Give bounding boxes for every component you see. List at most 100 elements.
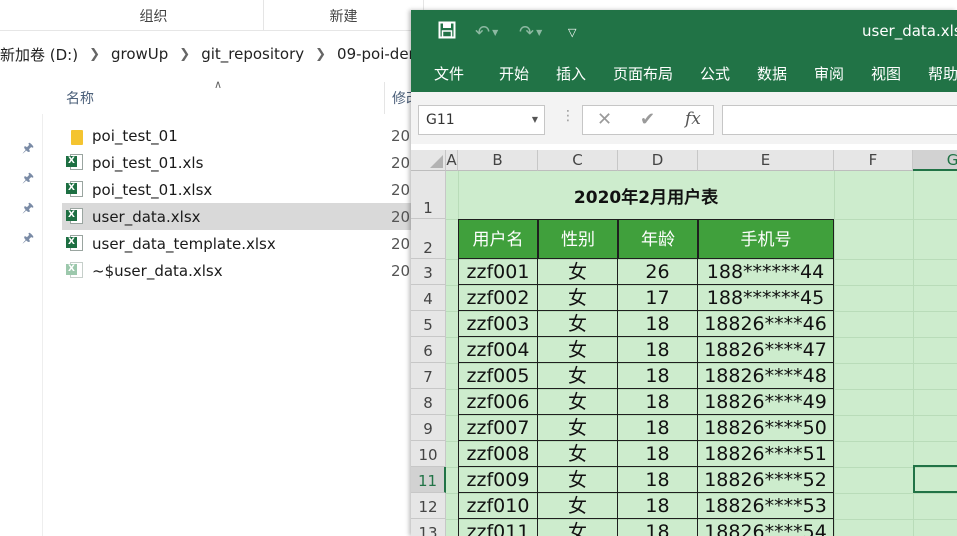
column-header-b[interactable]: B <box>458 150 538 171</box>
row-header-5[interactable]: 5 <box>411 311 446 337</box>
spreadsheet-grid[interactable]: A B C D E F G 1 2 3 4 5 6 7 8 9 10 11 12… <box>411 150 957 536</box>
row-header-9[interactable]: 9 <box>411 415 446 441</box>
column-divider[interactable] <box>384 82 385 114</box>
table-cell-phone[interactable]: 18826****46 <box>698 311 834 337</box>
file-row-poi-test-01-xls[interactable]: X poi_test_01.xls 20 <box>62 149 422 176</box>
row-header-7[interactable]: 7 <box>411 363 446 389</box>
tab-review[interactable]: 审阅 <box>814 63 844 84</box>
file-row-poi-test-01-folder[interactable]: poi_test_01 20 <box>62 122 422 149</box>
tab-page-layout[interactable]: 页面布局 <box>613 63 673 84</box>
table-cell-gender[interactable]: 女 <box>538 337 618 363</box>
table-cell-age[interactable]: 18 <box>618 389 698 415</box>
table-cell-username[interactable]: zzf011 <box>458 519 538 536</box>
table-cell-gender[interactable]: 女 <box>538 415 618 441</box>
name-box[interactable]: G11 ▼ <box>418 105 545 135</box>
breadcrumb-item[interactable]: growUp <box>111 45 168 63</box>
select-all-button[interactable] <box>411 150 446 171</box>
sheet-title-cell[interactable]: 2020年2月用户表 <box>458 171 834 219</box>
table-header-username[interactable]: 用户名 <box>458 219 538 259</box>
insert-function-icon[interactable]: fx <box>685 109 701 129</box>
table-cell-age[interactable]: 18 <box>618 467 698 493</box>
row-header-11[interactable]: 11 <box>411 467 446 493</box>
redo-button[interactable]: ↷ ▼ <box>519 10 542 54</box>
row-header-6[interactable]: 6 <box>411 337 446 363</box>
breadcrumb-item[interactable]: 新加卷 (D:) <box>0 44 78 65</box>
table-cell-age[interactable]: 17 <box>618 285 698 311</box>
undo-button[interactable]: ↶ ▼ <box>475 10 498 54</box>
row-header-12[interactable]: 12 <box>411 493 446 519</box>
table-cell-phone[interactable]: 18826****47 <box>698 337 834 363</box>
table-cell-phone[interactable]: 18826****48 <box>698 363 834 389</box>
table-cell-gender[interactable]: 女 <box>538 493 618 519</box>
table-cell-gender[interactable]: 女 <box>538 519 618 536</box>
table-cell-phone[interactable]: 18826****52 <box>698 467 834 493</box>
row-header-8[interactable]: 8 <box>411 389 446 415</box>
table-cell-age[interactable]: 18 <box>618 415 698 441</box>
tab-view[interactable]: 视图 <box>871 63 901 84</box>
table-cell-age[interactable]: 18 <box>618 519 698 536</box>
column-header-g[interactable]: G <box>913 150 957 171</box>
table-cell-age[interactable]: 18 <box>618 337 698 363</box>
tab-help[interactable]: 帮助 <box>928 63 957 84</box>
table-cell-username[interactable]: zzf005 <box>458 363 538 389</box>
row-header-3[interactable]: 3 <box>411 259 446 285</box>
table-cell-username[interactable]: zzf006 <box>458 389 538 415</box>
table-cell-age[interactable]: 26 <box>618 259 698 285</box>
table-cell-gender[interactable]: 女 <box>538 467 618 493</box>
table-cell-age[interactable]: 18 <box>618 363 698 389</box>
tab-file[interactable]: 文件 <box>434 63 464 84</box>
table-cell-age[interactable]: 18 <box>618 311 698 337</box>
column-header-c[interactable]: C <box>538 150 618 171</box>
column-header-a[interactable]: A <box>446 150 458 171</box>
table-cell-phone[interactable]: 18826****49 <box>698 389 834 415</box>
table-header-age[interactable]: 年龄 <box>618 219 698 259</box>
table-cell-username[interactable]: zzf002 <box>458 285 538 311</box>
table-cell-phone[interactable]: 18826****54 <box>698 519 834 536</box>
table-cell-gender[interactable]: 女 <box>538 285 618 311</box>
tab-formulas[interactable]: 公式 <box>700 63 730 84</box>
save-icon[interactable] <box>438 21 456 44</box>
table-cell-gender[interactable]: 女 <box>538 363 618 389</box>
table-cell-gender[interactable]: 女 <box>538 441 618 467</box>
file-row-user-data-xlsx[interactable]: X user_data.xlsx 20 <box>62 203 422 230</box>
resize-handle-icon[interactable]: ⋮ <box>561 108 575 124</box>
row-header-13[interactable]: 13 <box>411 519 446 536</box>
table-cell-username[interactable]: zzf008 <box>458 441 538 467</box>
tab-insert[interactable]: 插入 <box>556 63 586 84</box>
row-header-1[interactable]: 1 <box>411 171 446 219</box>
table-cell-username[interactable]: zzf003 <box>458 311 538 337</box>
formula-input[interactable] <box>722 105 957 135</box>
tab-home[interactable]: 开始 <box>499 63 529 84</box>
cancel-icon[interactable]: ✕ <box>597 109 612 130</box>
row-header-10[interactable]: 10 <box>411 441 446 467</box>
table-cell-phone[interactable]: 188******45 <box>698 285 834 311</box>
chevron-down-icon[interactable]: ▼ <box>532 115 538 124</box>
column-header-f[interactable]: F <box>834 150 913 171</box>
active-cell-g11[interactable] <box>913 465 957 493</box>
table-cell-phone[interactable]: 18826****51 <box>698 441 834 467</box>
table-cell-phone[interactable]: 18826****53 <box>698 493 834 519</box>
table-cell-username[interactable]: zzf010 <box>458 493 538 519</box>
table-cell-gender[interactable]: 女 <box>538 389 618 415</box>
ribbon-group-new[interactable]: 新建 <box>264 0 424 31</box>
table-cell-age[interactable]: 18 <box>618 493 698 519</box>
table-cell-username[interactable]: zzf001 <box>458 259 538 285</box>
tab-data[interactable]: 数据 <box>757 63 787 84</box>
column-header-name[interactable]: 名称 <box>66 88 94 108</box>
table-header-phone[interactable]: 手机号 <box>698 219 834 259</box>
row-header-4[interactable]: 4 <box>411 285 446 311</box>
file-row-user-data-template-xlsx[interactable]: X user_data_template.xlsx 20 <box>62 230 422 257</box>
table-cell-gender[interactable]: 女 <box>538 259 618 285</box>
column-header-d[interactable]: D <box>618 150 698 171</box>
file-row-poi-test-01-xlsx[interactable]: X poi_test_01.xlsx 20 <box>62 176 422 203</box>
table-cell-phone[interactable]: 18826****50 <box>698 415 834 441</box>
table-cell-phone[interactable]: 188******44 <box>698 259 834 285</box>
table-header-gender[interactable]: 性别 <box>538 219 618 259</box>
breadcrumb-item[interactable]: git_repository <box>201 45 304 63</box>
table-cell-username[interactable]: zzf009 <box>458 467 538 493</box>
table-cell-age[interactable]: 18 <box>618 441 698 467</box>
table-cell-username[interactable]: zzf007 <box>458 415 538 441</box>
enter-check-icon[interactable]: ✔ <box>640 109 655 130</box>
file-row-temp-user-data-xlsx[interactable]: X ~$user_data.xlsx 20 <box>62 257 422 284</box>
column-header-e[interactable]: E <box>698 150 834 171</box>
